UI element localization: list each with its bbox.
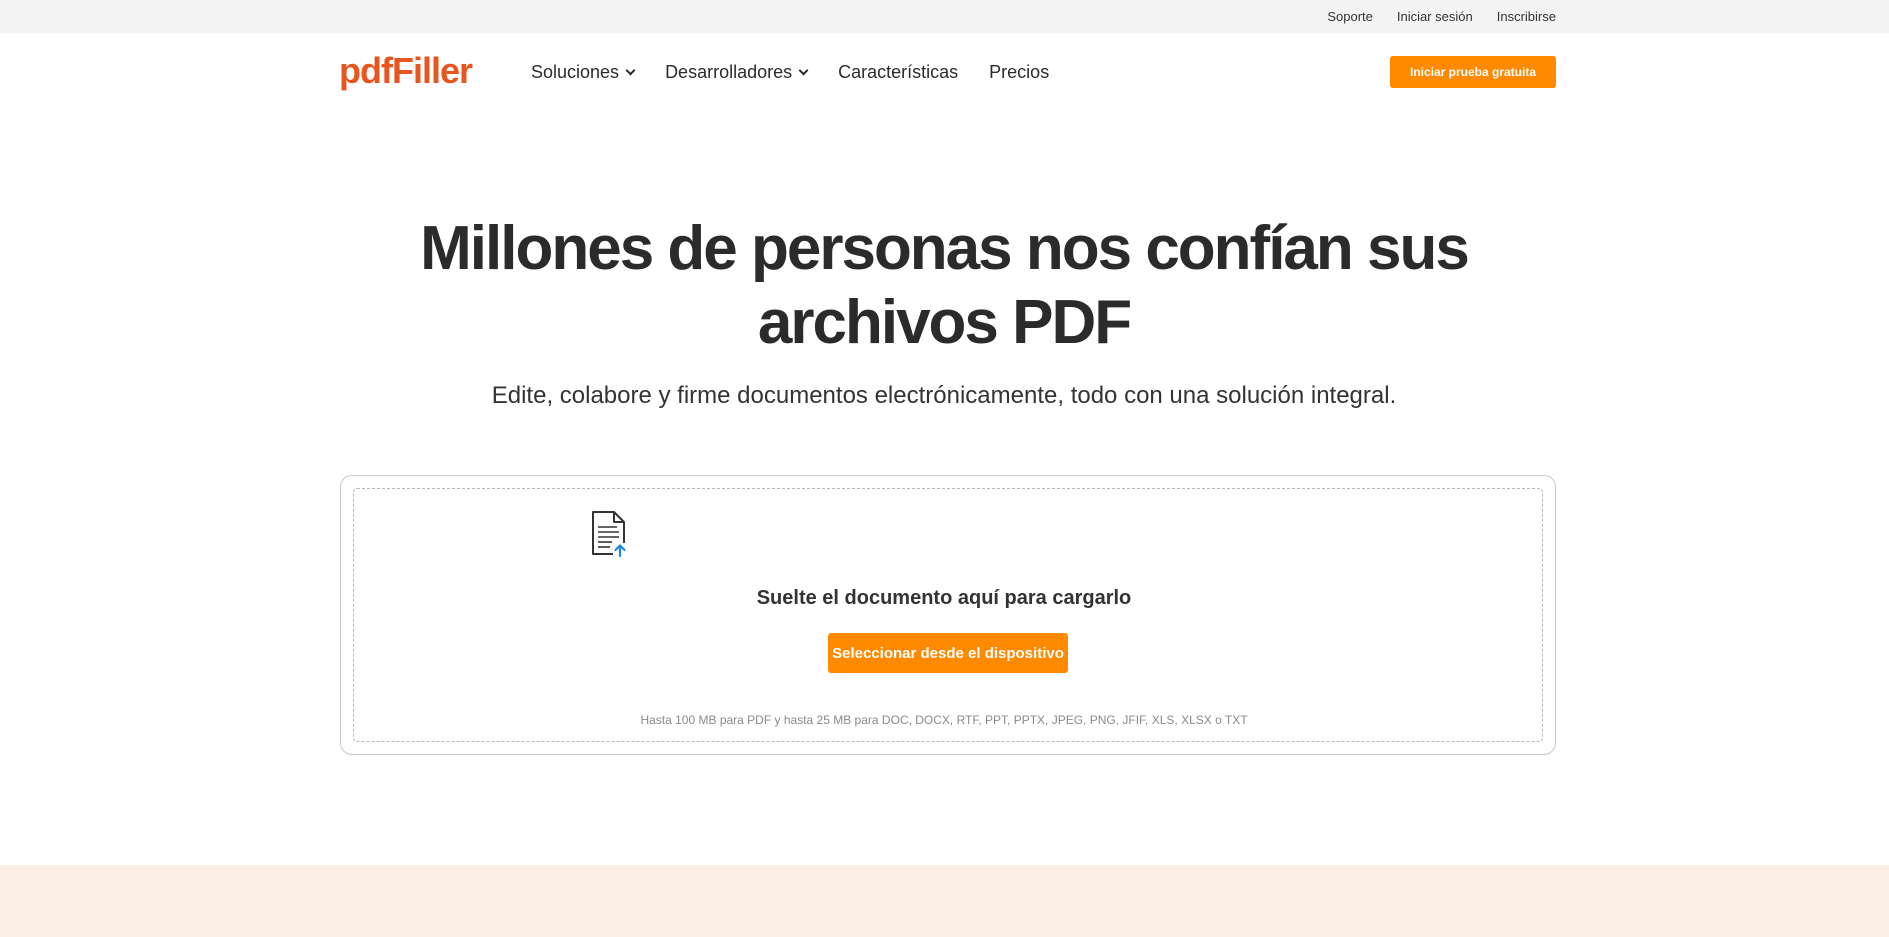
- nav-item-features-label: Características: [838, 61, 959, 82]
- drop-zone[interactable]: [353, 488, 1543, 742]
- nav-item-solutions-label: Soluciones: [531, 61, 620, 82]
- document-upload-icon: [590, 510, 628, 563]
- nav-item-pricing-label: Precios: [989, 61, 1050, 82]
- main-navbar: pdfFiller Soluciones Desarrolladores Car…: [0, 33, 1889, 111]
- nav-item-pricing[interactable]: Precios: [989, 62, 1049, 83]
- bottom-section-band: [0, 865, 1889, 937]
- drop-text: Suelte el documento aquí para cargarlo: [756, 587, 1132, 609]
- login-link[interactable]: Iniciar sesión: [1397, 9, 1473, 24]
- hero-subtitle: Edite, colabore y firme documentos elect…: [491, 382, 1397, 409]
- nav-item-developers[interactable]: Desarrolladores: [665, 61, 809, 83]
- hero-title: Millones de personas nos confían sus arc…: [344, 212, 1544, 360]
- pdffiller-logo[interactable]: pdfFiller: [339, 50, 473, 91]
- chevron-down-icon: [625, 65, 636, 75]
- utility-links: Soporte Iniciar sesión Inscribirse: [1327, 0, 1556, 33]
- start-free-trial-button[interactable]: Iniciar prueba gratuita: [1390, 56, 1556, 88]
- chevron-down-icon: [798, 65, 809, 75]
- file-limits-note: Hasta 100 MB para PDF y hasta 25 MB para…: [640, 713, 1248, 727]
- signup-link[interactable]: Inscribirse: [1497, 9, 1556, 24]
- nav-item-developers-label: Desarrolladores: [665, 61, 793, 82]
- select-from-device-button[interactable]: Seleccionar desde el dispositivo: [828, 633, 1068, 673]
- nav-item-solutions[interactable]: Soluciones: [531, 61, 636, 83]
- top-utility-bar: Soporte Iniciar sesión Inscribirse: [0, 0, 1889, 33]
- support-link[interactable]: Soporte: [1327, 9, 1373, 24]
- hero-title-line-1: Millones de personas nos confían sus: [420, 214, 1470, 283]
- nav-item-features[interactable]: Características: [838, 62, 958, 83]
- nav-menu: Soluciones Desarrolladores Característic…: [531, 33, 1049, 111]
- hero-title-line-2: archivos PDF: [757, 288, 1132, 357]
